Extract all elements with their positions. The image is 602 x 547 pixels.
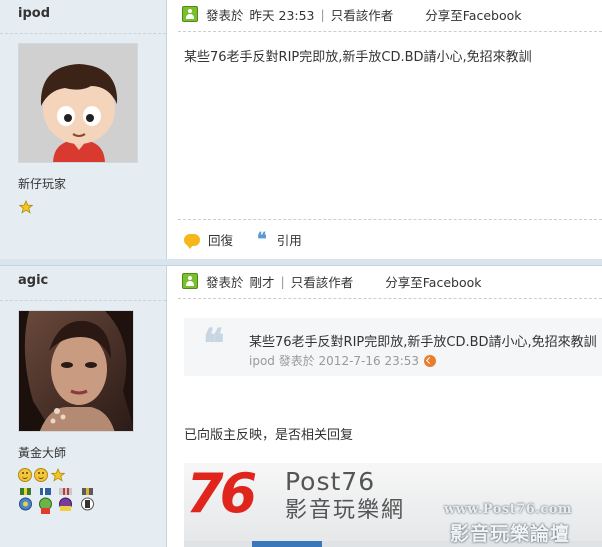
watermark-url: www.Post76.com: [444, 502, 573, 517]
avatar[interactable]: [18, 43, 138, 163]
divider: [178, 219, 602, 220]
post-separator: [0, 259, 602, 266]
author-sidebar: ipod 新仔玩家: [0, 0, 167, 259]
quote-mark-icon: ❝: [203, 320, 225, 367]
banner-bar-accent: [252, 541, 322, 547]
quote-block: ❝ 某些76老手反對RIP完即放,新手放CD.BD請小心,免招來教訓 ipod …: [184, 318, 602, 376]
post-body: 發表於 昨天 23:53 | 只看該作者 分享至Facebook 某些76老手反…: [168, 0, 602, 259]
online-status-icon: [182, 6, 198, 22]
quote-button[interactable]: 引用: [277, 230, 302, 249]
medal-icon[interactable]: [80, 488, 95, 518]
author-name[interactable]: agic: [18, 273, 48, 288]
jump-to-post-icon[interactable]: [424, 354, 437, 367]
smiley-icon: [18, 468, 32, 482]
quoted-author-time: ipod 發表於 2012-7-16 23:53: [249, 354, 420, 368]
post-time: 剛才: [249, 274, 275, 290]
user-rank: 黃金大師: [18, 446, 67, 460]
post-ipod: ipod 新仔玩家 發表於 昨天 23:53 | 只看該作者 分享至Facebo…: [0, 0, 602, 259]
reply-button[interactable]: 回復: [208, 230, 233, 249]
banner-number: 76: [186, 463, 257, 525]
quoted-meta: ipod 發表於 2012-7-16 23:53: [249, 352, 437, 369]
quote-icon: ❝: [257, 228, 267, 250]
post-content: 已向版主反映，是否相关回复: [184, 428, 354, 443]
watermark-forum: 影音玩樂論壇: [450, 523, 571, 545]
medal-icon[interactable]: [58, 488, 73, 518]
post-content: 某些76老手反對RIP完即放,新手放CD.BD請小心,免招來教訓: [184, 50, 532, 65]
divider: [178, 298, 602, 299]
divider: [0, 300, 166, 301]
only-author-link[interactable]: 只看該作者: [291, 272, 354, 291]
watermark: www.Post76.com 影音玩樂論壇: [444, 500, 602, 547]
only-author-link[interactable]: 只看該作者: [331, 5, 394, 24]
avatar[interactable]: [18, 310, 134, 432]
post-time: 昨天 23:53: [249, 7, 315, 23]
divider: [0, 33, 166, 34]
share-facebook-link[interactable]: 分享至Facebook: [385, 272, 481, 291]
meta-separator: |: [280, 273, 285, 289]
quoted-text: 某些76老手反對RIP完即放,新手放CD.BD請小心,免招來教訓: [249, 335, 597, 350]
posted-prefix: 發表於: [206, 274, 244, 290]
post-meta: 發表於 昨天 23:53 | 只看該作者 分享至Facebook: [182, 4, 521, 24]
author-name[interactable]: ipod: [18, 6, 50, 21]
meta-separator: |: [320, 6, 325, 22]
divider: [178, 31, 602, 32]
post-meta: 發表於 剛才 | 只看該作者 分享至Facebook: [182, 271, 482, 291]
medal-icon[interactable]: [18, 488, 33, 518]
medal-icon[interactable]: [38, 488, 53, 518]
medals: [18, 488, 100, 520]
banner-subtitle: 影音玩樂網: [285, 498, 406, 523]
smiley-icon: [34, 468, 48, 482]
avatar-cartoon-image: [19, 44, 137, 162]
user-rank: 新仔玩家: [18, 177, 67, 191]
author-sidebar: agic 黃金大師: [0, 266, 167, 547]
star-icon: [19, 200, 33, 214]
star-icon: [51, 468, 65, 482]
post-actions: 回復 ❝ 引用: [184, 230, 302, 249]
online-status-icon: [182, 273, 198, 289]
reply-icon: [184, 233, 200, 249]
avatar-photo-image: [19, 311, 133, 431]
share-facebook-link[interactable]: 分享至Facebook: [425, 5, 521, 24]
posted-prefix: 發表於: [206, 7, 244, 23]
